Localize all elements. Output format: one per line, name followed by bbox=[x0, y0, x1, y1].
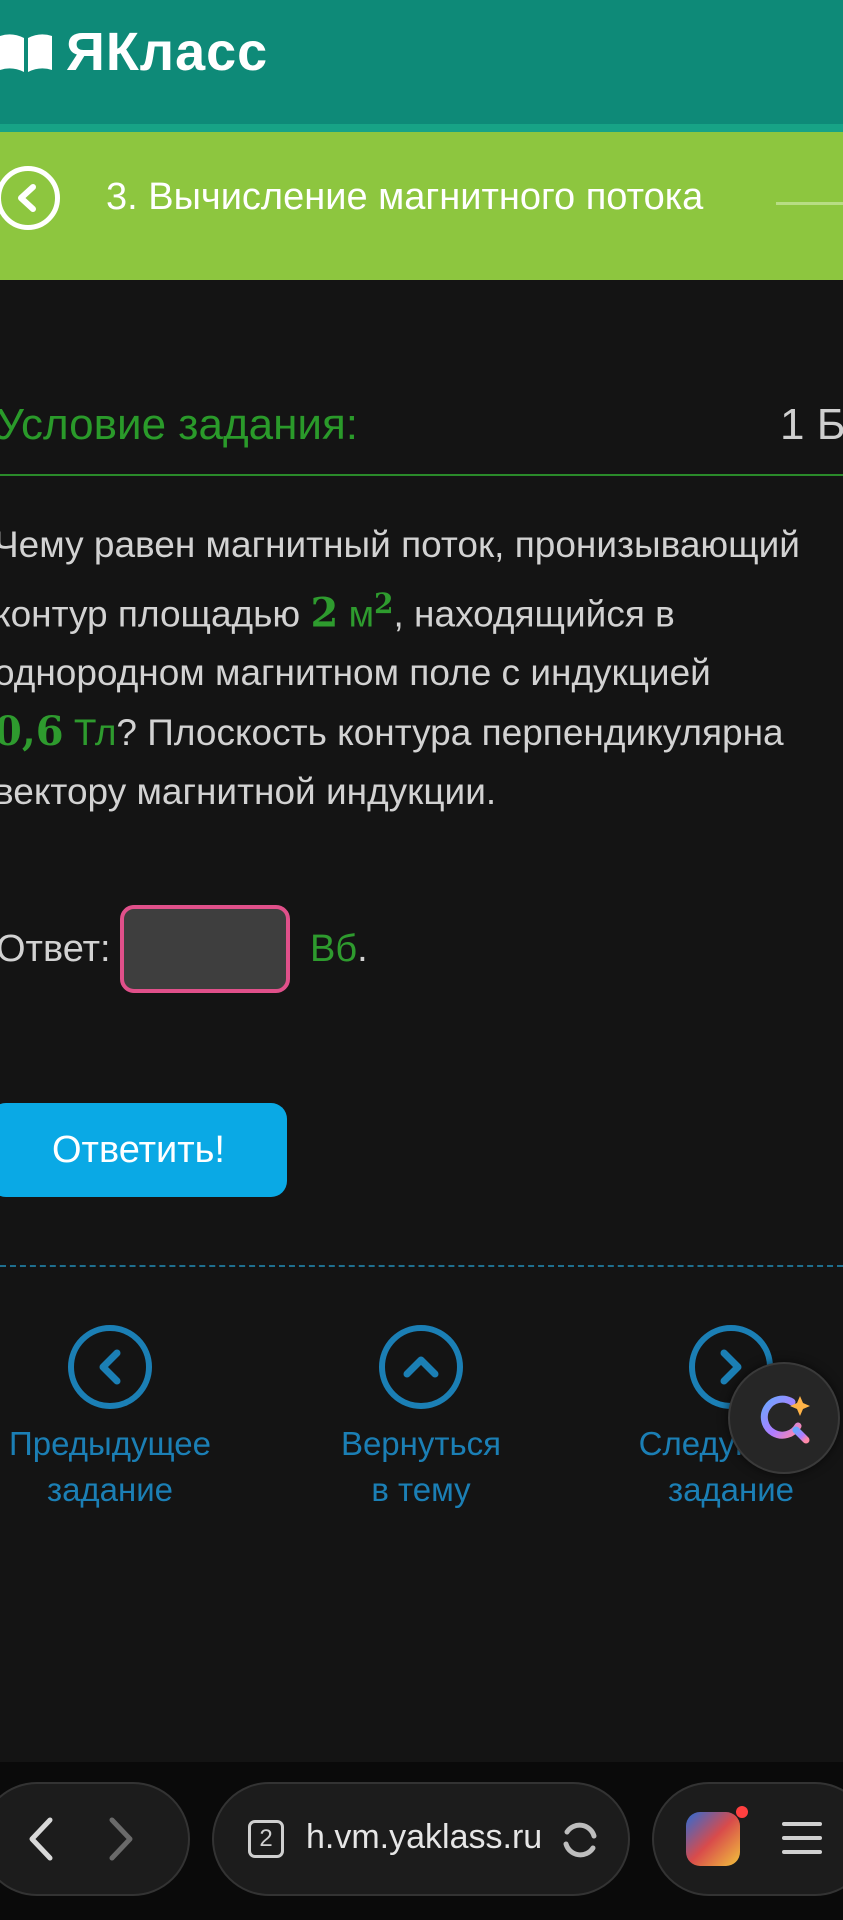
browser-back-icon[interactable] bbox=[22, 1814, 62, 1864]
previous-task-link[interactable]: Предыдущее задание bbox=[0, 1325, 220, 1513]
answer-input[interactable] bbox=[120, 905, 290, 993]
brand-name: ЯКласс bbox=[66, 22, 269, 82]
browser-forward-icon[interactable] bbox=[100, 1814, 140, 1864]
chevron-up-icon bbox=[403, 1356, 439, 1378]
header-divider bbox=[0, 124, 843, 132]
condition-divider bbox=[0, 474, 843, 476]
induction-unit: Тл bbox=[73, 712, 117, 754]
previous-task-label-line2: задание bbox=[46, 1471, 174, 1508]
notification-dot bbox=[736, 1806, 748, 1818]
task-text: Чему равен магнитный поток, пронизывающи… bbox=[0, 515, 834, 821]
back-arrow-icon bbox=[18, 184, 36, 212]
next-task-label-line2: задание bbox=[667, 1471, 795, 1508]
assistant-icon bbox=[760, 1395, 810, 1444]
answer-unit-period: . bbox=[357, 928, 368, 970]
app-header: ЯКласс bbox=[0, 0, 843, 125]
url-text[interactable]: h.vm.yaklass.ru bbox=[306, 1818, 542, 1857]
browser-toolbar: 2 h.vm.yaklass.ru bbox=[0, 1762, 843, 1920]
address-bar[interactable]: 2 h.vm.yaklass.ru bbox=[212, 1782, 630, 1896]
book-icon bbox=[0, 34, 52, 72]
topic-title: 3. Вычисление магнитного потока bbox=[106, 176, 704, 218]
area-value: 2 bbox=[310, 589, 339, 637]
menu-icon[interactable] bbox=[782, 1822, 822, 1864]
answer-unit-text: Вб bbox=[310, 928, 358, 970]
back-to-topic-button[interactable] bbox=[379, 1325, 463, 1409]
submit-answer-button[interactable]: Ответить! bbox=[0, 1103, 287, 1197]
brand-logo[interactable]: ЯКласс bbox=[0, 22, 268, 82]
menu-icon-line-3 bbox=[782, 1850, 822, 1854]
browser-nav-group bbox=[0, 1782, 190, 1896]
reload-icon[interactable] bbox=[558, 1818, 602, 1862]
assistant-fab[interactable] bbox=[728, 1362, 840, 1474]
chevron-left-icon bbox=[99, 1349, 121, 1385]
answer-label: Ответ: bbox=[0, 928, 111, 970]
induction-value: 0,6 bbox=[0, 708, 64, 756]
section-divider bbox=[0, 1265, 843, 1267]
area-unit: м bbox=[348, 593, 375, 635]
back-to-topic-label-line2: в тему bbox=[371, 1471, 471, 1508]
browser-extras-group bbox=[652, 1782, 843, 1896]
previous-task-label: Предыдущее задание bbox=[0, 1421, 220, 1513]
task-text-part-3: ? Плоскость контура перпендикулярна вект… bbox=[0, 712, 784, 813]
back-to-topic-link[interactable]: Вернуться в тему bbox=[311, 1325, 531, 1513]
points-badge: 1 Б. bbox=[780, 400, 843, 449]
topic-bar-decoration bbox=[776, 202, 843, 205]
menu-icon-line-1 bbox=[782, 1822, 822, 1826]
previous-task-label-line1: Предыдущее bbox=[9, 1425, 211, 1462]
back-to-topic-label-line1: Вернуться bbox=[340, 1425, 502, 1462]
answer-unit: Вб. bbox=[310, 928, 368, 971]
menu-icon-line-2 bbox=[782, 1836, 822, 1840]
previous-task-button[interactable] bbox=[68, 1325, 152, 1409]
tab-count-badge[interactable]: 2 bbox=[248, 1820, 284, 1858]
area-exponent: 2 bbox=[374, 587, 394, 620]
profile-avatar[interactable] bbox=[686, 1812, 740, 1866]
back-to-topic-label: Вернуться в тему bbox=[311, 1421, 531, 1513]
condition-heading: Условие задания: bbox=[0, 400, 359, 449]
